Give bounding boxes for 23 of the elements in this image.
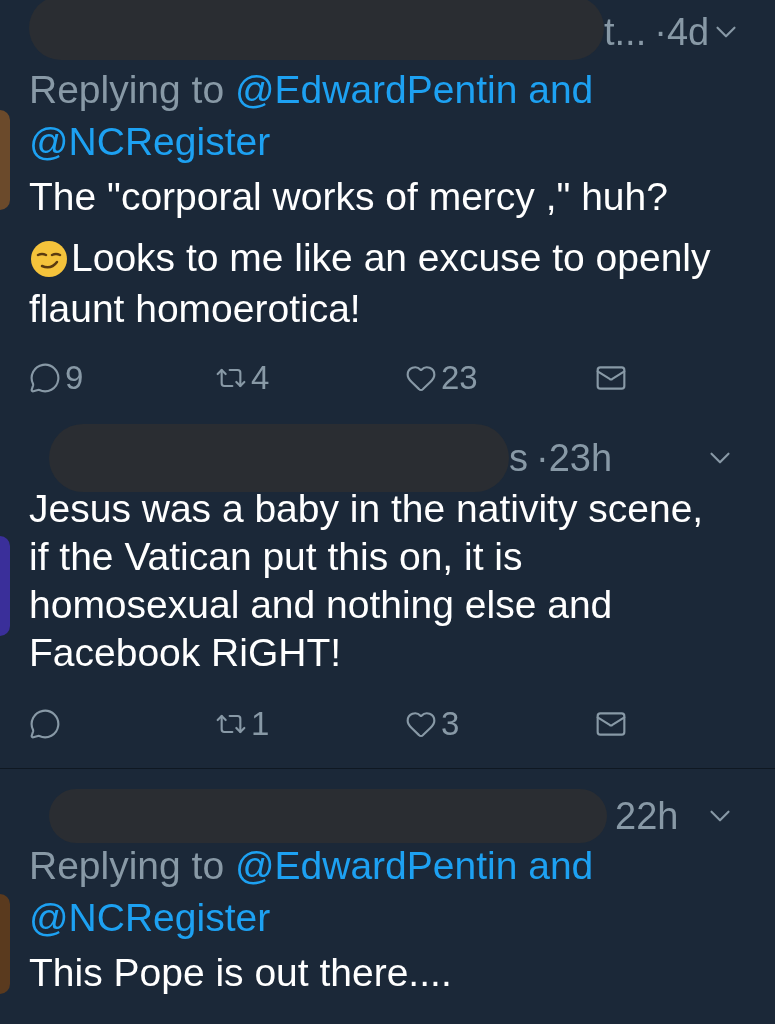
action-count: 3 bbox=[441, 704, 460, 745]
mention-link[interactable]: @NCRegister bbox=[29, 896, 271, 939]
author-name: s bbox=[509, 435, 528, 481]
timestamp: ·23h bbox=[536, 435, 613, 481]
mention-link[interactable]: @NCRegister bbox=[29, 120, 271, 163]
action-count: 9 bbox=[65, 358, 84, 399]
reply-icon[interactable] bbox=[29, 362, 61, 394]
action-count: 4 bbox=[251, 358, 270, 399]
reply-icon[interactable] bbox=[29, 708, 61, 740]
mention-link[interactable]: @EdwardPentin and bbox=[234, 68, 594, 111]
smirking-emoji-icon bbox=[29, 239, 69, 279]
tweet-text: Looks to me like an excuse to openly flaunt homoerotica! bbox=[29, 235, 712, 332]
tweet-text: Jesus was a baby in the nativity scene, if the Vatican put this on, it is homosexual and nothing else and Facebook RiGHT! bbox=[29, 486, 705, 676]
timestamp: ·4d bbox=[654, 9, 710, 55]
tweet-text: This Pope is out there.... bbox=[29, 950, 453, 996]
tweet-text: The "corporal works of mercy ," huh? bbox=[29, 174, 669, 220]
replying-label: Replying to bbox=[29, 68, 226, 111]
mention-link[interactable]: @EdwardPentin and bbox=[234, 844, 594, 887]
author-name: t... bbox=[604, 9, 647, 55]
action-count: 23 bbox=[441, 358, 478, 399]
timestamp: 22h bbox=[615, 793, 679, 839]
action-count: 1 bbox=[251, 704, 270, 745]
replying-label: Replying to bbox=[29, 844, 226, 887]
